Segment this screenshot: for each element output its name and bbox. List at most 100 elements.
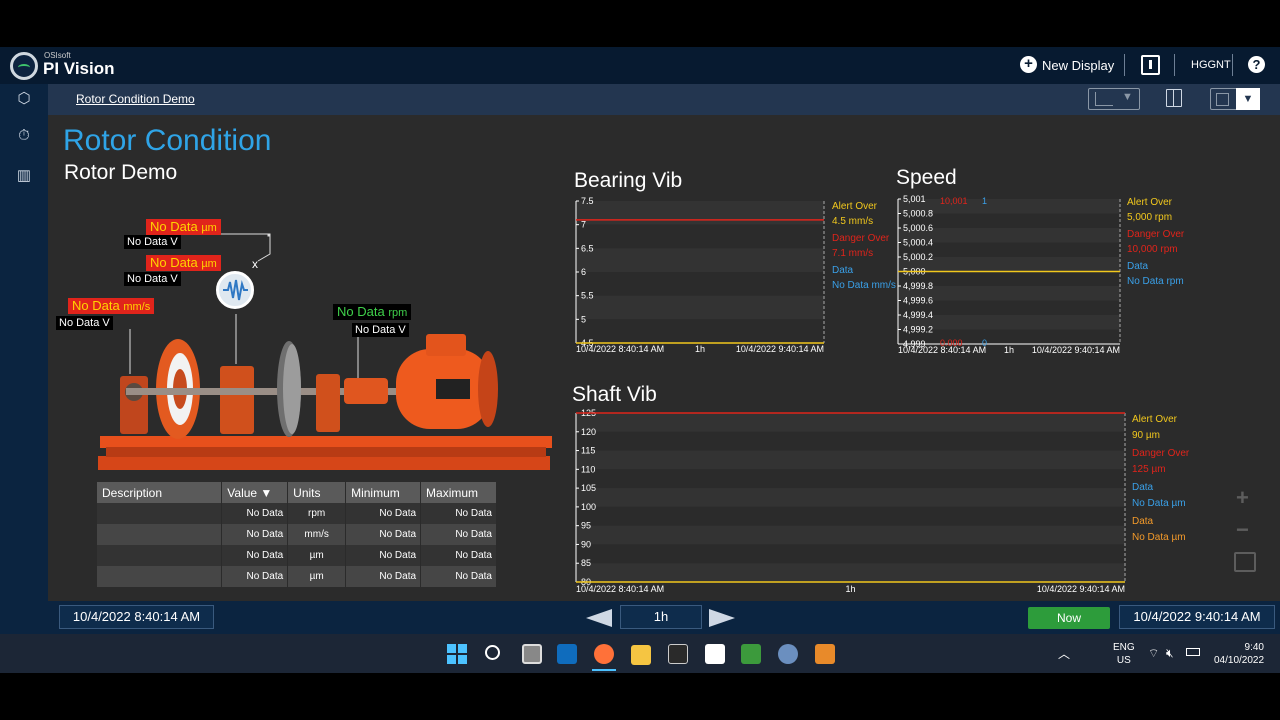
clock[interactable]: 9:40 04/10/2022 [1214,641,1264,667]
table-row[interactable]: No Data mm/s No Data No Data [97,524,497,545]
firefox-icon[interactable] [594,644,614,664]
cell-value: No Data [221,566,289,587]
y-tick-label: 95 [581,521,591,531]
value-label-speed[interactable]: No Data rpm [333,304,412,320]
pi-vision-app-icon[interactable] [815,644,835,664]
app-title[interactable]: PI Vision [43,59,115,79]
pi-system-explorer-icon[interactable] [741,644,761,664]
speed-bottom-blue: 0 [982,338,988,348]
speed-trend[interactable]: 5,0015,000.85,000.65,000.45,000.25,0004,… [896,194,1122,364]
value-label-shaft-vib-1[interactable]: No Data µm [146,219,221,235]
search-icon[interactable] [485,645,500,660]
grid-band [576,563,1125,582]
end-time-field[interactable]: 10/4/2022 9:40:14 AM [1119,605,1275,629]
event-frames-icon[interactable]: ⏱ [0,127,48,144]
clock-date: 04/10/2022 [1214,655,1265,666]
volume-muted-icon[interactable]: 🔇︎ [1166,646,1174,661]
speed-legend[interactable]: Alert Over 5,000 rpm Danger Over 10,000 … [1127,195,1184,289]
voltage-label-1[interactable]: No Data V [124,235,181,249]
clock-time: 9:40 [1244,642,1264,653]
rotor-machine-image [98,233,552,470]
y-tick-label: 4,999.2 [903,325,933,335]
legend-alert-value: 5,000 rpm [1127,212,1173,223]
y-tick-label: 4,999.4 [903,310,933,320]
cell-description [97,524,223,545]
cube-icon[interactable]: ⬡ [0,89,48,107]
plus-circle-icon[interactable]: + [1020,56,1037,73]
asset-compare-icon[interactable] [1166,89,1182,107]
cell-minimum: No Data [345,503,422,524]
grid-band [576,525,1125,545]
grid-band [576,488,1125,507]
voltage-label-3[interactable]: No Data V [56,316,113,330]
notepad-icon[interactable] [705,644,725,664]
start-time-field[interactable]: 10/4/2022 8:40:14 AM [59,605,214,629]
cell-units: rpm [287,503,347,524]
pi-icu-icon[interactable] [668,644,688,664]
close-icon[interactable]: x [252,257,258,271]
y-tick-label: 100 [581,502,596,512]
pi-builder-icon[interactable] [778,644,798,664]
cell-minimum: No Data [345,545,422,566]
bearing-vib-legend[interactable]: Alert Over 4.5 mm/s Danger Over 7.1 mm/s… [832,199,896,293]
column-header-minimum[interactable]: Minimum [345,482,422,503]
asset-table: Description Value ▼ Units Minimum Maximu… [97,482,497,587]
table-row[interactable]: No Data µm No Data No Data [97,566,497,587]
bearing-vib-trend[interactable]: 7.576.565.554.510/4/2022 8:40:14 AM 1h 10/… [574,196,826,364]
chevron-down-icon[interactable]: ▼ [1236,88,1260,110]
user-name[interactable]: HGGNT [1191,59,1231,71]
fit-to-screen-icon[interactable] [1234,552,1256,572]
save-menu[interactable]: ▼ [1210,88,1260,110]
help-icon[interactable]: ? [1248,56,1265,73]
new-display-button[interactable]: New Display [1042,58,1114,73]
grid-band [576,295,824,320]
previous-arrow-icon[interactable] [586,609,612,627]
cell-maximum: No Data [420,566,497,587]
task-view-icon[interactable] [522,644,542,664]
divider [1232,54,1233,76]
zoom-out-icon[interactable]: − [1236,517,1249,543]
voltage-label-4[interactable]: No Data V [352,323,409,337]
y-tick-label: 5,000.4 [903,238,933,248]
table-row[interactable]: No Data rpm No Data No Data [97,503,497,524]
library-icon[interactable]: ▥ [0,166,48,184]
outlook-icon[interactable] [557,644,577,664]
chevron-up-icon[interactable]: ︿ [1058,645,1070,662]
legend-data2-value: No Data µm [1132,532,1186,543]
pi-vision-logo-icon[interactable] [10,52,38,80]
vibration-sensor-icon[interactable] [216,271,254,309]
start-windows-icon[interactable] [447,644,467,664]
column-header-value[interactable]: Value ▼ [221,482,289,503]
speed-title: Speed [896,166,957,189]
column-header-units[interactable]: Units [287,482,347,503]
wifi-icon[interactable]: ⌔ [1148,646,1159,661]
voltage-label-2[interactable]: No Data V [124,272,181,286]
column-header-description[interactable]: Description [97,482,223,503]
breadcrumb[interactable]: Rotor Condition Demo [76,92,195,106]
table-row[interactable]: No Data µm No Data No Data [97,545,497,566]
value-label-bearing-vib[interactable]: No Data mm/s [68,298,155,314]
file-explorer-icon[interactable] [631,645,651,665]
zoom-in-icon[interactable]: + [1236,485,1249,511]
duration-field[interactable]: 1h [620,605,702,629]
cell-value: No Data [221,545,289,566]
trend-chart-selector[interactable]: ▼ [1088,88,1140,110]
now-button[interactable]: Now [1028,607,1110,629]
save-icon [1216,93,1229,106]
cell-maximum: No Data [420,524,497,545]
y-tick-label: 5,001 [903,194,926,204]
shaft-vib-trend[interactable]: 1251201151101051009590858010/4/2022 8:40… [574,408,1128,600]
y-tick-label: 105 [581,483,596,493]
next-arrow-icon[interactable] [709,609,735,627]
value-label-shaft-vib-2[interactable]: No Data µm [146,255,221,271]
battery-icon[interactable] [1186,648,1200,656]
x-tick-label: 10/4/2022 8:40:14 AM [576,344,664,354]
active-app-indicator [592,669,616,671]
shaft-vib-legend[interactable]: Alert Over 90 µm Danger Over 125 µm Data… [1132,412,1189,546]
info-panel-icon[interactable] [1141,55,1160,75]
value-text: No Data [337,304,385,319]
bearing-vib-title: Bearing Vib [574,169,683,192]
unit-text: µm [201,258,217,270]
column-header-maximum[interactable]: Maximum [420,482,497,503]
language-indicator[interactable]: ENG US [1113,641,1135,667]
